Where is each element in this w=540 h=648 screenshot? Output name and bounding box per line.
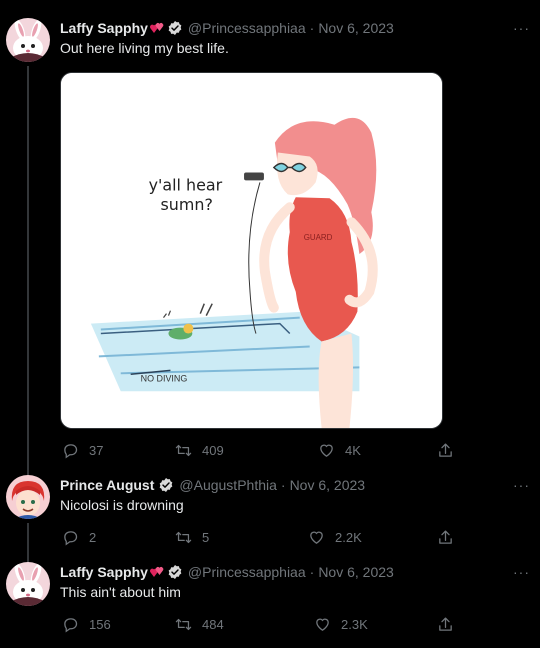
lifeguard-illustration: NO DIVING y'all hear sumn? GUARD [61, 73, 442, 428]
image-caption-line-1: y'all hear [149, 175, 223, 194]
tweet-text: Nicolosi is drowning [60, 497, 184, 513]
bunny-avatar-icon [6, 562, 50, 606]
bunny-avatar-icon [6, 18, 50, 62]
tweet-actions: 2 5 2.2K [60, 529, 460, 549]
swimsuit-text: GUARD [304, 233, 333, 242]
tweet-3[interactable]: Laffy Sapphy @Princessapphiaa · Nov 6, 2… [0, 562, 540, 642]
heart-icon [310, 531, 323, 544]
reply-button[interactable]: 156 [62, 616, 111, 633]
reply-icon [64, 618, 78, 633]
like-count: 2.3K [341, 617, 368, 632]
retweet-count: 5 [202, 530, 210, 545]
hearts-emoji-icon [149, 567, 164, 577]
like-button[interactable]: 4K [318, 442, 361, 459]
reply-icon [64, 531, 78, 546]
tweet-1[interactable]: Laffy Sapphy @Princessapphiaa · Nov 6, 2… [0, 18, 540, 506]
timestamp[interactable]: Nov 6, 2023 [318, 564, 394, 580]
retweet-icon [175, 618, 192, 631]
like-button[interactable]: 2.2K [308, 529, 362, 546]
verified-badge-icon [160, 478, 173, 492]
share-button[interactable] [437, 529, 454, 546]
reply-count: 37 [89, 443, 104, 458]
separator-dot: · [309, 20, 315, 36]
retweet-button[interactable]: 5 [175, 529, 209, 546]
tweet-2[interactable]: Prince August @AugustPhthia · Nov 6, 202… [0, 475, 540, 563]
handle[interactable]: @Princessapphiaa [188, 564, 306, 580]
like-count: 2.2K [335, 530, 362, 545]
separator-dot: · [309, 564, 315, 580]
tweet-text: This ain't about him [60, 584, 181, 600]
no-diving-sign-text: NO DIVING [141, 373, 188, 383]
thread-line [27, 523, 29, 563]
share-icon [439, 443, 452, 457]
tweet-image[interactable]: NO DIVING y'all hear sumn? GUARD [60, 72, 443, 429]
display-name[interactable]: Prince August [60, 477, 154, 493]
display-name[interactable]: Laffy Sapphy [60, 20, 148, 36]
handle[interactable]: @AugustPhthia [179, 477, 277, 493]
avatar[interactable] [6, 475, 50, 519]
red-hair-character-avatar-icon [6, 475, 50, 519]
share-button[interactable] [437, 616, 454, 633]
avatar[interactable] [6, 562, 50, 606]
heart-icon [316, 618, 329, 631]
retweet-count: 409 [202, 443, 224, 458]
tweet-header: Laffy Sapphy @Princessapphiaa · Nov 6, 2… [60, 562, 394, 582]
share-icon [439, 617, 452, 631]
more-options-button[interactable]: ··· [513, 20, 530, 36]
more-options-button[interactable]: ··· [513, 477, 530, 493]
timestamp[interactable]: Nov 6, 2023 [318, 20, 394, 36]
share-button[interactable] [437, 442, 454, 459]
reply-icon [64, 444, 78, 459]
separator-dot: · [280, 477, 286, 493]
timestamp[interactable]: Nov 6, 2023 [290, 477, 366, 493]
tweet-actions: 37 409 4K [60, 442, 460, 462]
avatar[interactable] [6, 18, 50, 62]
retweet-count: 484 [202, 617, 224, 632]
verified-badge-icon [168, 565, 182, 579]
display-name[interactable]: Laffy Sapphy [60, 564, 148, 580]
retweet-icon [175, 444, 192, 457]
retweet-button[interactable]: 484 [175, 616, 224, 633]
handle[interactable]: @Princessapphiaa [188, 20, 306, 36]
more-options-button[interactable]: ··· [513, 564, 530, 580]
reply-button[interactable]: 37 [62, 442, 103, 459]
tweet-actions: 156 484 2.3K [60, 616, 460, 636]
verified-badge-icon [168, 21, 182, 35]
reply-button[interactable]: 2 [62, 529, 96, 546]
reply-count: 156 [89, 617, 111, 632]
retweet-button[interactable]: 409 [175, 442, 224, 459]
like-button[interactable]: 2.3K [314, 616, 368, 633]
tweet-text: Out here living my best life. [60, 40, 229, 56]
hearts-emoji-icon [149, 23, 164, 33]
like-count: 4K [345, 443, 361, 458]
reply-count: 2 [89, 530, 97, 545]
retweet-icon [175, 531, 192, 544]
heart-icon [320, 444, 333, 457]
tweet-header: Laffy Sapphy @Princessapphiaa · Nov 6, 2… [60, 18, 394, 38]
thread-line [27, 66, 29, 506]
tweet-header: Prince August @AugustPhthia · Nov 6, 202… [60, 475, 365, 495]
image-caption-line-2: sumn? [161, 195, 213, 214]
share-icon [439, 530, 452, 544]
